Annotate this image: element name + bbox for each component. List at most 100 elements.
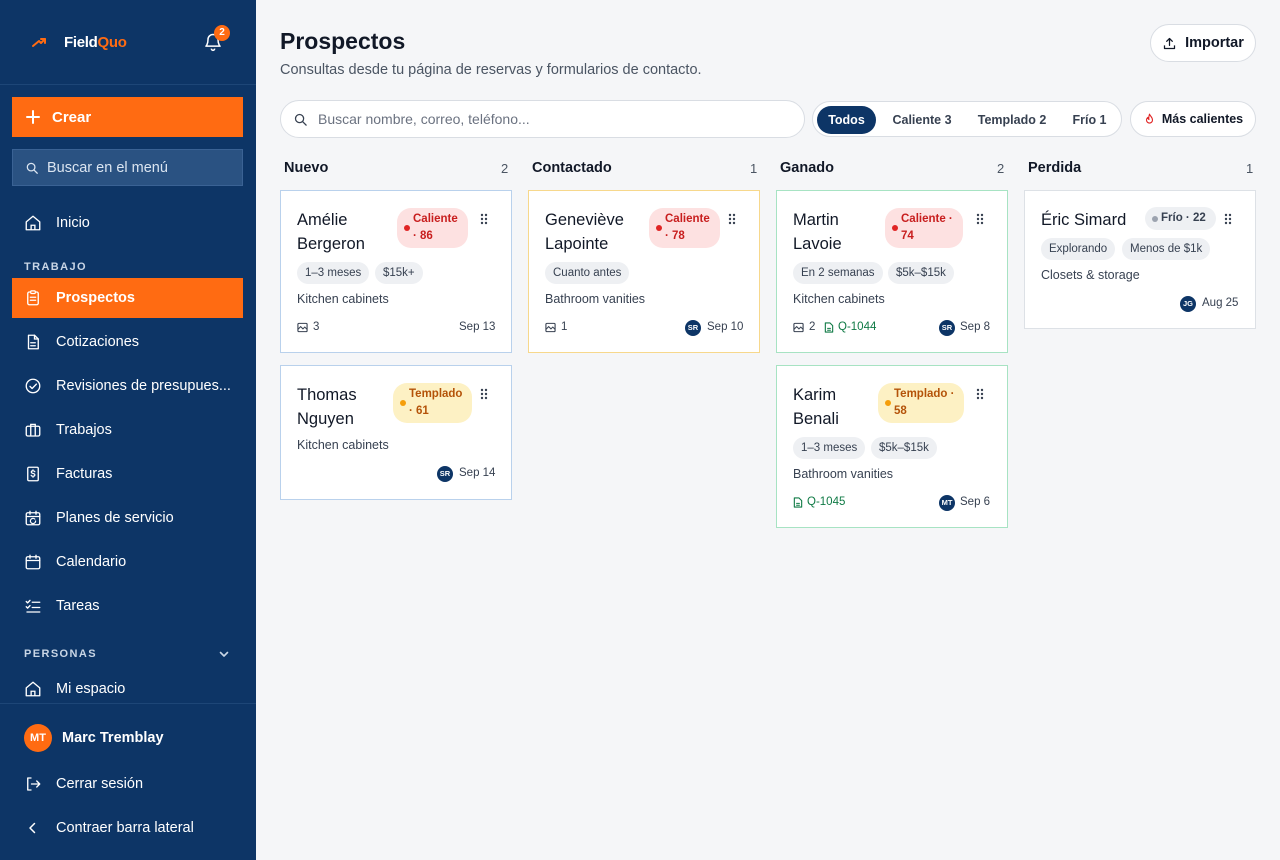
sidebar: FieldQuo 2 Crear Buscar en el menú Inici…	[0, 0, 256, 860]
lead-card[interactable]: Amélie Bergeron Caliente · 86 1–3 meses $1…	[280, 190, 512, 353]
sidebar-item-planes[interactable]: Planes de servicio	[12, 498, 243, 538]
lead-date: Sep 13	[459, 321, 496, 333]
app-logo[interactable]: FieldQuo	[64, 34, 127, 51]
user-name[interactable]: Marc Tremblay	[62, 730, 164, 746]
column-count: 1	[750, 161, 758, 176]
drag-handle-icon[interactable]	[976, 213, 984, 225]
search-icon	[26, 162, 38, 174]
logo-quo: Quo	[97, 34, 127, 51]
lead-name: Thomas Nguyen	[297, 386, 357, 428]
budget-tag: $5k–$15k	[888, 262, 954, 284]
create-label: Crear	[52, 108, 92, 126]
menu-search-label: Buscar en el menú	[47, 159, 168, 176]
lead-card[interactable]: Geneviève Lapointe Caliente · 78 Cuanto an…	[528, 190, 760, 353]
lead-card[interactable]: Éric Simard Frío · 22 Explorando Menos d…	[1024, 190, 1256, 329]
lead-card[interactable]: Karim Benali Templado · 58 1–3 meses $5k–$…	[776, 365, 1008, 528]
timeline-tag: Cuanto antes	[545, 262, 630, 284]
file-icon	[793, 496, 803, 508]
temperature-badge: Templado · 61	[393, 383, 473, 423]
drag-handle-icon[interactable]	[1224, 213, 1232, 225]
sidebar-header: FieldQuo 2	[0, 0, 256, 85]
lead-date: Sep 8	[960, 321, 991, 333]
quote-link[interactable]: Q-1044	[824, 321, 876, 333]
lead-date: Aug 25	[1202, 297, 1239, 309]
sidebar-item-label: Revisiones de presupues...	[56, 378, 231, 394]
lead-card[interactable]: Martin Lavoie Caliente · 74 En 2 semanas $…	[776, 190, 1008, 353]
chevron-down-icon[interactable]	[218, 648, 230, 660]
lead-name: Martin Lavoie	[793, 211, 842, 253]
logout-button[interactable]: Cerrar sesión	[12, 764, 243, 804]
photo-count: 2	[793, 321, 815, 333]
drag-handle-icon[interactable]	[480, 388, 488, 400]
search-input[interactable]: Buscar nombre, correo, teléfono...	[280, 100, 805, 138]
photo-count: 3	[297, 321, 319, 333]
temperature-badge: Templado · 58	[878, 383, 965, 423]
home-icon	[25, 215, 41, 231]
sidebar-item-label: Prospectos	[56, 290, 135, 306]
create-button[interactable]: Crear	[12, 97, 243, 137]
assignee-avatar: SR	[437, 466, 453, 482]
filter-templado[interactable]: Templado 2	[968, 106, 1056, 134]
sidebar-item-cotizaciones[interactable]: Cotizaciones	[12, 322, 243, 362]
image-icon	[793, 322, 804, 332]
drag-handle-icon[interactable]	[480, 213, 488, 225]
quote-link[interactable]: Q-1045	[793, 496, 845, 508]
menu-search-input[interactable]: Buscar en el menú	[12, 149, 243, 186]
import-label: Importar	[1185, 35, 1244, 51]
timeline-tag: Explorando	[1041, 238, 1116, 260]
sidebar-item-label: Tareas	[56, 598, 100, 614]
lead-name: Éric Simard	[1041, 211, 1127, 229]
plus-icon	[26, 110, 40, 124]
section-label-trabajo: TRABAJO	[24, 261, 87, 273]
column-title-perdida: Perdida	[1028, 160, 1082, 176]
sidebar-item-facturas[interactable]: Facturas	[12, 454, 243, 494]
timeline-tag: En 2 semanas	[793, 262, 883, 284]
collapse-sidebar-button[interactable]: Contraer barra lateral	[12, 808, 243, 848]
page-title: Prospectos	[280, 28, 406, 54]
calendar-repeat-icon	[25, 510, 41, 526]
search-icon	[294, 113, 307, 126]
column-count: 2	[501, 161, 509, 176]
document-icon	[27, 334, 39, 350]
hottest-sort-button[interactable]: Más calientes	[1130, 101, 1256, 137]
dollar-document-icon	[27, 466, 39, 482]
sidebar-item-label: Calendario	[56, 554, 127, 570]
sidebar-item-trabajos[interactable]: Trabajos	[12, 410, 243, 450]
sidebar-item-calendario[interactable]: Calendario	[12, 542, 243, 582]
image-icon	[545, 322, 556, 332]
avatar[interactable]: MT	[24, 724, 52, 752]
logo-field: Field	[64, 34, 98, 51]
filter-frio[interactable]: Frío 1	[1061, 106, 1118, 134]
sidebar-item-inicio[interactable]: Inicio	[12, 203, 243, 243]
sidebar-item-label: Trabajos	[56, 422, 112, 438]
import-button[interactable]: Importar	[1150, 24, 1256, 62]
project-type: Kitchen cabinets	[297, 438, 389, 452]
assignee-avatar: MT	[939, 495, 955, 511]
column-title-nuevo: Nuevo	[284, 160, 329, 176]
filter-caliente[interactable]: Caliente 3	[881, 106, 963, 134]
sidebar-item-tareas[interactable]: Tareas	[12, 586, 243, 626]
project-type: Bathroom vanities	[545, 292, 646, 306]
lead-date: Sep 10	[707, 321, 744, 333]
timeline-tag: 1–3 meses	[297, 262, 370, 284]
assignee-avatar: SR	[939, 320, 955, 336]
sidebar-item-prospectos[interactable]: Prospectos	[12, 278, 243, 318]
drag-handle-icon[interactable]	[728, 213, 736, 225]
clipboard-icon	[27, 290, 39, 306]
briefcase-icon	[25, 423, 41, 437]
timeline-tag: 1–3 meses	[793, 437, 866, 459]
lead-card[interactable]: Thomas Nguyen Templado · 61 Kitchen cabine…	[280, 365, 512, 500]
sidebar-item-label: Mi espacio	[56, 681, 126, 697]
project-type: Kitchen cabinets	[793, 292, 885, 306]
search-placeholder: Buscar nombre, correo, teléfono...	[318, 111, 530, 127]
temperature-badge: Caliente · 74	[885, 208, 963, 248]
check-circle-icon	[25, 378, 41, 394]
drag-handle-icon[interactable]	[976, 388, 984, 400]
sidebar-item-revisiones[interactable]: Revisiones de presupues...	[12, 366, 243, 406]
lead-date: Sep 6	[960, 496, 991, 508]
column-title-ganado: Ganado	[780, 160, 834, 176]
filter-todos[interactable]: Todos	[817, 106, 876, 134]
column-title-contactado: Contactado	[532, 160, 612, 176]
calendar-icon	[25, 554, 41, 570]
chevron-left-icon	[29, 822, 36, 834]
